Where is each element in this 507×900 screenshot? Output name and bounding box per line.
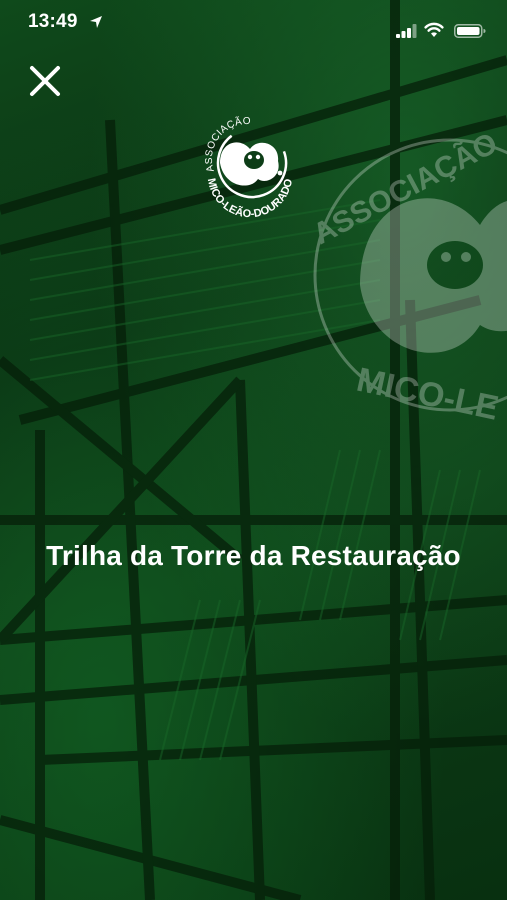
association-logo: ASSOCIAÇÃO MICO-LEÃO-DOURADO bbox=[204, 114, 295, 219]
status-time: 13:49 bbox=[28, 11, 78, 32]
page-title: Trilha da Torre da Restauração bbox=[46, 540, 461, 571]
wifi-icon bbox=[424, 22, 444, 37]
status-bar: 13:49 bbox=[0, 0, 507, 44]
location-arrow-icon bbox=[90, 16, 102, 28]
signal-icon bbox=[396, 24, 417, 38]
watermark-logo: ASSOCIAÇÃO MICO-LE bbox=[307, 126, 507, 425]
close-icon bbox=[30, 66, 60, 96]
close-button[interactable] bbox=[26, 62, 64, 100]
battery-icon bbox=[454, 24, 486, 38]
watermark-text-bottom: MICO-LE bbox=[353, 361, 501, 425]
splash-screen: ASSOCIAÇÃO MICO-LE 13:49 ASSOCIAÇÃO MICO… bbox=[0, 0, 507, 900]
